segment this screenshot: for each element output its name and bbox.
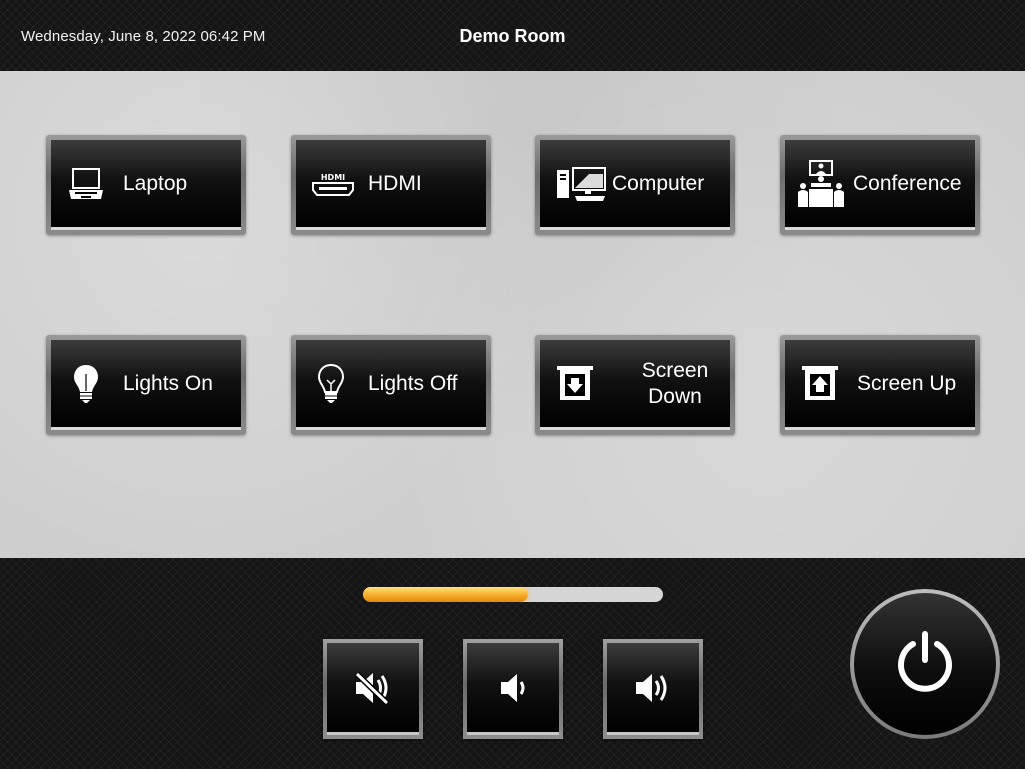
lightbulb-off-icon — [318, 363, 344, 404]
power-icon — [893, 630, 957, 699]
volume-bar[interactable] — [363, 587, 663, 602]
screen-up-icon — [801, 365, 839, 403]
touch-panel: Wednesday, June 8, 2022 06:42 PM Demo Ro… — [0, 0, 1025, 769]
mute-button[interactable] — [323, 639, 423, 739]
screen-down-label-line2: Down — [648, 384, 702, 408]
screen-up-label: Screen Up — [857, 371, 957, 395]
screen-down-button[interactable]: Screen Down — [535, 335, 735, 435]
svg-text:HDMI: HDMI — [321, 173, 345, 182]
volume-up-icon — [633, 670, 673, 706]
hdmi-button[interactable]: HDMI HDMI — [291, 135, 491, 235]
lightbulb-on-icon — [73, 364, 99, 404]
screen-down-label: Screen Down — [626, 358, 724, 410]
conference-label: Conference — [853, 171, 962, 195]
hdmi-icon: HDMI — [312, 172, 354, 196]
screen-down-icon — [556, 365, 594, 403]
conference-icon — [797, 159, 845, 208]
lights-off-button[interactable]: Lights Off — [291, 335, 491, 435]
conference-button[interactable]: Conference — [780, 135, 980, 235]
laptop-label: Laptop — [123, 171, 188, 195]
computer-icon — [556, 166, 608, 202]
volume-bar-fill — [363, 587, 528, 602]
volume-down-button[interactable] — [463, 639, 563, 739]
lights-on-button[interactable]: Lights On — [46, 335, 246, 435]
volume-down-icon — [496, 670, 530, 706]
power-button[interactable] — [850, 589, 1000, 739]
mute-icon — [352, 669, 394, 707]
hdmi-label: HDMI — [368, 171, 422, 195]
laptop-button[interactable]: Laptop — [46, 135, 246, 235]
screen-down-label-line1: Screen — [641, 358, 709, 382]
screen-up-button[interactable]: Screen Up — [780, 335, 980, 435]
computer-label: Computer — [612, 171, 705, 195]
computer-button[interactable]: Computer — [535, 135, 735, 235]
laptop-icon — [67, 166, 105, 202]
lights-off-label: Lights Off — [368, 371, 458, 395]
header-bar: Wednesday, June 8, 2022 06:42 PM Demo Ro… — [0, 0, 1025, 71]
volume-up-button[interactable] — [603, 639, 703, 739]
room-title: Demo Room — [459, 26, 566, 46]
lights-on-label: Lights On — [123, 371, 213, 395]
